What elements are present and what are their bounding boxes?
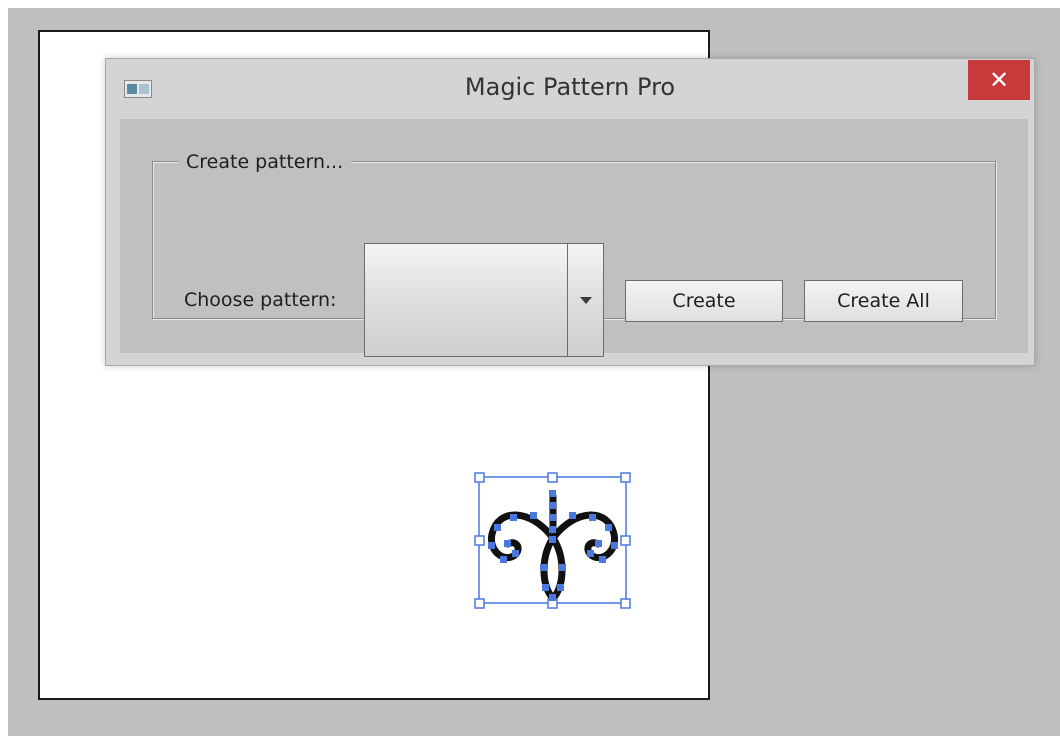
- selection-handle: [620, 472, 631, 483]
- workspace: Magic Pattern Pro ✕ Create pattern... Ch…: [0, 0, 1060, 736]
- selection-handle: [620, 535, 631, 546]
- pattern-dropdown[interactable]: [364, 243, 604, 357]
- selection-handle: [547, 472, 558, 483]
- create-all-button[interactable]: Create All: [804, 280, 963, 322]
- close-icon: ✕: [988, 66, 1010, 94]
- create-button[interactable]: Create: [625, 280, 783, 322]
- selection-handle: [474, 598, 485, 609]
- ornament-artwork[interactable]: [470, 468, 636, 616]
- chevron-down-icon: [579, 296, 592, 304]
- choose-pattern-label: Choose pattern:: [184, 289, 337, 311]
- group-legend: Create pattern...: [178, 151, 352, 173]
- window-title: Magic Pattern Pro: [464, 73, 676, 101]
- selection-handle: [474, 535, 485, 546]
- dropdown-button[interactable]: [568, 244, 603, 356]
- title-bar[interactable]: Magic Pattern Pro ✕: [106, 59, 1034, 119]
- close-button[interactable]: ✕: [968, 60, 1030, 100]
- selection-handle: [620, 598, 631, 609]
- pattern-dropdown-value: [365, 244, 567, 356]
- magic-pattern-dialog: Magic Pattern Pro ✕ Create pattern... Ch…: [105, 58, 1035, 366]
- dialog-body: Create pattern... Choose pattern: Create…: [120, 119, 1028, 357]
- selection-handle: [474, 472, 485, 483]
- anchor-points: [488, 490, 618, 601]
